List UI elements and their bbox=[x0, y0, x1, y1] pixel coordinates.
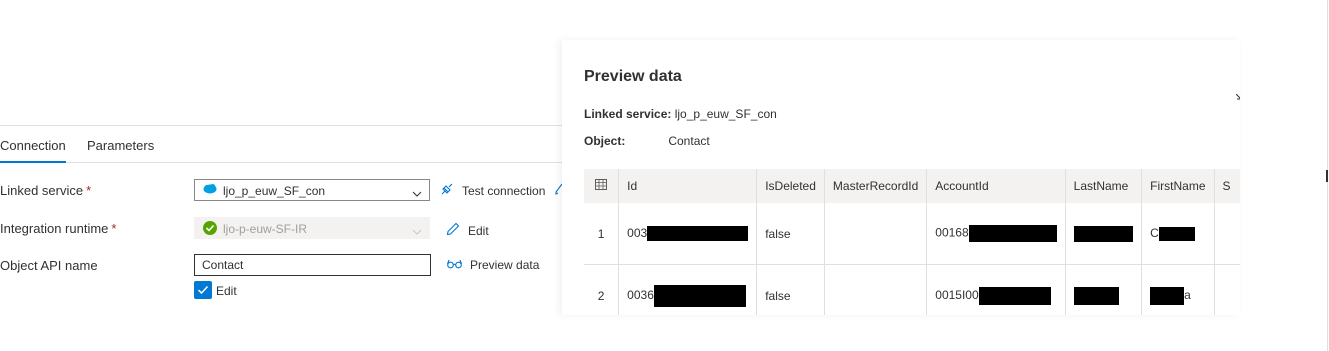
table-cell: false bbox=[756, 203, 825, 265]
table-header-row: Id IsDeleted MasterRecordId AccountId La… bbox=[584, 169, 1240, 203]
table-cell bbox=[824, 264, 928, 315]
table-cell: 0015I00 bbox=[926, 264, 1066, 315]
redacted-block bbox=[978, 286, 1051, 305]
test-connection-button[interactable]: Test connection bbox=[440, 182, 545, 199]
table-cell bbox=[1214, 203, 1240, 265]
table-cell: C bbox=[1141, 203, 1215, 265]
tab-parameters[interactable]: Parameters bbox=[87, 138, 154, 161]
column-header[interactable]: AccountId bbox=[926, 169, 1066, 203]
preview-table: Id IsDeleted MasterRecordId AccountId La… bbox=[584, 169, 1240, 315]
resize-handle[interactable] bbox=[1326, 170, 1328, 182]
table-row: 1 003 false 00168 C bbox=[584, 203, 1240, 265]
table-cell bbox=[1065, 264, 1143, 315]
redacted-block bbox=[1073, 225, 1133, 242]
table-cell: 003 bbox=[618, 203, 758, 265]
redacted-block bbox=[1158, 226, 1195, 241]
column-header[interactable]: Id bbox=[618, 169, 758, 203]
integration-runtime-value: ljo-p-euw-SF-IR bbox=[223, 222, 308, 236]
row-number: 1 bbox=[584, 203, 620, 265]
chevron-down-icon bbox=[412, 224, 422, 238]
plug-icon bbox=[440, 182, 454, 199]
preview-data-label: Preview data bbox=[470, 258, 540, 272]
row-number: 2 bbox=[584, 264, 620, 315]
glasses-icon bbox=[446, 258, 463, 272]
preview-object: Object: Contact bbox=[584, 134, 710, 148]
table-cell bbox=[1065, 203, 1143, 265]
integration-runtime-label: Integration runtime * bbox=[0, 221, 117, 236]
edit-runtime-button[interactable]: Edit bbox=[446, 222, 489, 239]
redacted-block bbox=[647, 226, 749, 242]
preview-object-value: Contact bbox=[668, 134, 710, 148]
object-api-input[interactable] bbox=[194, 254, 431, 276]
check-circle-icon bbox=[203, 221, 217, 238]
salesforce-icon bbox=[203, 183, 217, 198]
column-header[interactable]: MasterRecordId bbox=[824, 169, 928, 203]
column-header[interactable]: LastName bbox=[1065, 169, 1143, 203]
test-connection-label: Test connection bbox=[462, 183, 546, 198]
redacted-block bbox=[653, 284, 746, 307]
column-header[interactable]: S bbox=[1214, 169, 1240, 203]
edit-checkbox-label: Edit bbox=[216, 284, 237, 298]
table-row: 2 0036 false 0015I00 a bbox=[584, 264, 1240, 315]
edit-runtime-label: Edit bbox=[468, 223, 489, 238]
integration-runtime-select[interactable]: ljo-p-euw-SF-IR bbox=[194, 217, 430, 239]
preview-linked-service-value: ljo_p_euw_SF_con bbox=[674, 107, 777, 121]
tab-connection[interactable]: Connection bbox=[0, 138, 66, 163]
linked-service-value: ljo_p_euw_SF_con bbox=[223, 184, 326, 198]
preview-panel-title: Preview data bbox=[584, 68, 682, 85]
table-cell bbox=[1214, 264, 1240, 315]
preview-data-panel: Preview data Linked service: ljo_p_euw_S… bbox=[562, 40, 1240, 315]
tab-bar: Connection Parameters bbox=[0, 138, 562, 163]
table-cell: a bbox=[1141, 264, 1215, 315]
table-cell bbox=[824, 203, 928, 265]
linked-service-label: Linked service * bbox=[0, 183, 92, 198]
header-divider bbox=[0, 125, 562, 126]
table-cell: 00168 bbox=[926, 203, 1066, 265]
table-cell: 0036 bbox=[618, 264, 758, 315]
edit-checkbox[interactable] bbox=[194, 281, 212, 299]
object-api-label: Object API name bbox=[0, 258, 98, 273]
preview-object-label: Object: bbox=[584, 134, 626, 148]
redacted-block bbox=[1150, 286, 1185, 305]
table-cell: false bbox=[756, 264, 825, 315]
preview-linked-service-label: Linked service: bbox=[584, 107, 672, 121]
close-icon[interactable] bbox=[1235, 88, 1240, 100]
preview-linked-service: Linked service: ljo_p_euw_SF_con bbox=[584, 107, 777, 121]
redacted-block bbox=[968, 225, 1057, 242]
preview-data-button[interactable]: Preview data bbox=[446, 258, 540, 272]
column-header[interactable]: IsDeleted bbox=[756, 169, 825, 203]
chevron-down-icon bbox=[412, 186, 422, 200]
table-grid-icon bbox=[584, 169, 620, 203]
column-header[interactable]: FirstName bbox=[1141, 169, 1215, 203]
linked-service-select[interactable]: ljo_p_euw_SF_con bbox=[194, 179, 430, 201]
checkmark-icon bbox=[197, 285, 209, 295]
pencil-icon bbox=[446, 222, 460, 239]
redacted-block bbox=[1073, 286, 1119, 305]
